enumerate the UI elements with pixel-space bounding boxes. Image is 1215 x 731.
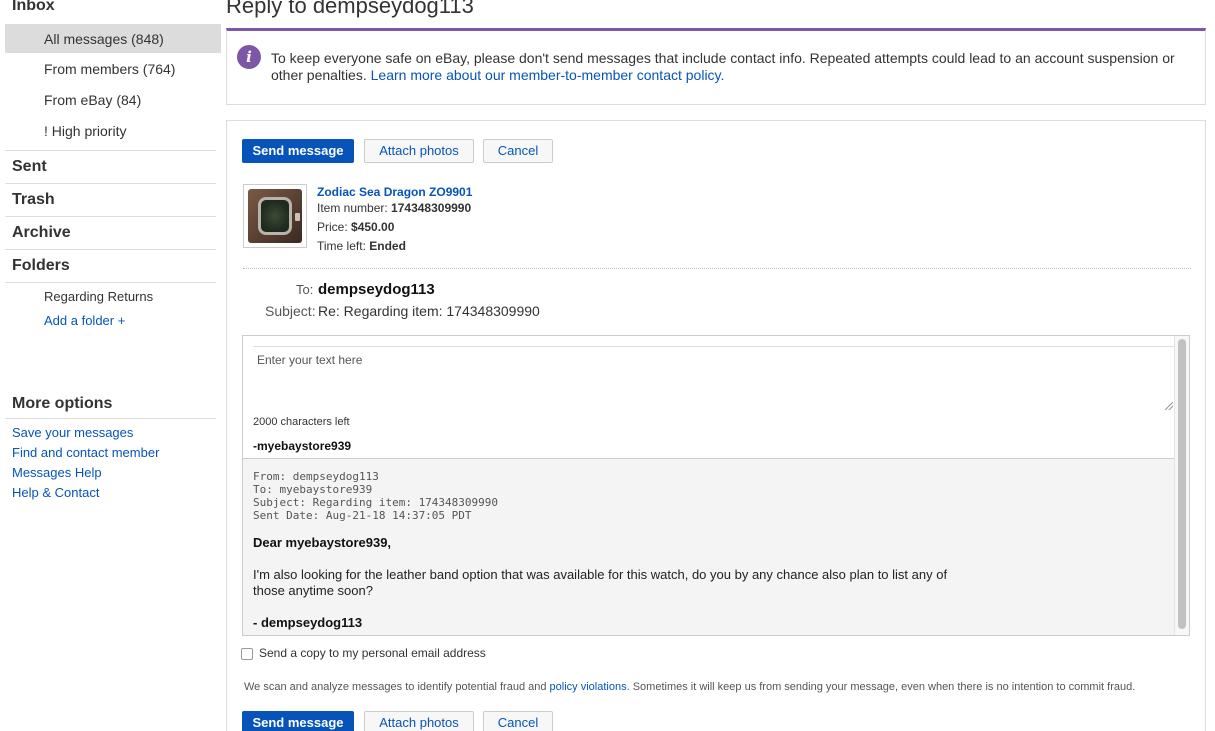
sidebar-heading-sent[interactable]: Sent xyxy=(12,158,47,176)
notice-text: To keep everyone safe on eBay, please do… xyxy=(271,50,1191,84)
save-messages-link[interactable]: Save your messages xyxy=(12,425,133,440)
item-divider xyxy=(243,268,1191,269)
sidebar-active-arrow xyxy=(205,24,220,52)
add-folder-link[interactable]: Add a folder + xyxy=(44,313,125,328)
sidebar-heading-archive[interactable]: Archive xyxy=(12,224,71,242)
send-copy-label[interactable]: Send a copy to my personal email address xyxy=(259,646,486,660)
sidebar-divider xyxy=(5,249,216,250)
item-number-value: 174348309990 xyxy=(391,201,472,215)
signature: -myebaystore939 xyxy=(253,439,352,453)
quoted-from: From: dempseydog113 xyxy=(253,470,379,483)
contact-policy-link[interactable]: Learn more about our member-to-member co… xyxy=(371,67,725,83)
to-label: To: xyxy=(296,282,314,297)
item-number: Item number: 174348309990 xyxy=(317,201,471,215)
sidebar-item-from-members[interactable]: From members (764) xyxy=(44,61,175,77)
send-message-button-bottom[interactable]: Send message xyxy=(242,711,354,731)
sidebar-divider xyxy=(5,150,216,151)
attach-photos-button[interactable]: Attach photos xyxy=(364,139,474,163)
message-textarea[interactable]: Enter your text here xyxy=(253,346,1175,412)
contact-info-notice: i To keep everyone safe on eBay, please … xyxy=(226,28,1206,105)
sidebar-divider xyxy=(5,418,216,419)
quoted-greeting: Dear myebaystore939, xyxy=(253,535,392,550)
sidebar-item-high-priority[interactable]: ! High priority xyxy=(44,123,126,139)
sidebar-divider xyxy=(5,216,216,217)
more-options-heading: More options xyxy=(12,395,113,412)
send-message-button[interactable]: Send message xyxy=(242,139,354,163)
sidebar-divider xyxy=(5,282,216,283)
compose-area: Enter your text here 2000 characters lef… xyxy=(242,335,1190,636)
scrollbar-thumb[interactable] xyxy=(1178,339,1186,629)
sidebar-item-from-ebay[interactable]: From eBay (84) xyxy=(44,92,141,108)
cancel-button[interactable]: Cancel xyxy=(483,139,553,163)
item-time-value: Ended xyxy=(369,239,406,253)
fraud-disclaimer: We scan and analyze messages to identify… xyxy=(244,681,1135,693)
item-title-link[interactable]: Zodiac Sea Dragon ZO9901 xyxy=(317,185,472,199)
send-copy-checkbox[interactable] xyxy=(241,648,253,660)
sidebar-heading-inbox[interactable]: Inbox xyxy=(12,0,55,15)
sidebar-heading-folders[interactable]: Folders xyxy=(12,257,70,275)
characters-left: 2000 characters left xyxy=(253,416,350,428)
compose-scrollbar[interactable] xyxy=(1174,336,1189,635)
subject-value: Re: Regarding item: 174348309990 xyxy=(318,303,540,319)
sidebar-item-all-messages[interactable]: All messages (848) xyxy=(44,31,164,47)
to-recipient: dempseydog113 xyxy=(318,281,435,298)
disclaimer-text-post: . Sometimes it will keep us from sending… xyxy=(626,681,1136,693)
subject-label: Subject: xyxy=(265,303,316,319)
item-number-label: Item number: xyxy=(317,201,388,215)
page-title: Reply to dempseydog113 xyxy=(226,0,474,18)
attach-photos-button-bottom[interactable]: Attach photos xyxy=(364,711,474,731)
info-icon: i xyxy=(237,45,261,69)
watch-crown xyxy=(295,213,300,221)
watch-face xyxy=(258,197,292,235)
help-contact-link[interactable]: Help & Contact xyxy=(12,485,99,500)
quoted-sent-date: Sent Date: Aug-21-18 14:37:05 PDT xyxy=(253,509,472,522)
item-thumbnail[interactable] xyxy=(243,184,307,248)
item-time-label: Time left: xyxy=(317,239,366,253)
item-time-left: Time left: Ended xyxy=(317,239,406,253)
cancel-button-bottom[interactable]: Cancel xyxy=(483,711,553,731)
quoted-sign-off: - dempseydog113 xyxy=(253,615,363,630)
disclaimer-text-pre: We scan and analyze messages to identify… xyxy=(244,681,550,693)
quoted-to: To: myebaystore939 xyxy=(253,483,373,496)
item-price-value: $450.00 xyxy=(351,220,395,234)
messages-help-link[interactable]: Messages Help xyxy=(12,465,102,480)
quoted-body: I'm also looking for the leather band op… xyxy=(253,567,948,598)
item-price-label: Price: xyxy=(317,220,348,234)
quoted-subject: Subject: Regarding item: 174348309990 xyxy=(253,496,499,509)
sidebar-heading-trash[interactable]: Trash xyxy=(12,191,55,209)
find-contact-member-link[interactable]: Find and contact member xyxy=(12,445,159,460)
item-price: Price: $450.00 xyxy=(317,220,394,234)
sidebar-folder-regarding-returns[interactable]: Regarding Returns xyxy=(44,289,153,304)
message-placeholder: Enter your text here xyxy=(257,353,363,367)
sidebar-divider xyxy=(5,183,216,184)
watch-image xyxy=(248,189,302,243)
sidebar: Inbox All messages (848) From members (7… xyxy=(0,0,221,731)
resize-handle-icon[interactable] xyxy=(1165,402,1173,410)
policy-violations-link[interactable]: policy violations xyxy=(550,681,627,693)
quoted-message: From: dempseydog113 To: myebaystore939 S… xyxy=(243,458,1175,635)
